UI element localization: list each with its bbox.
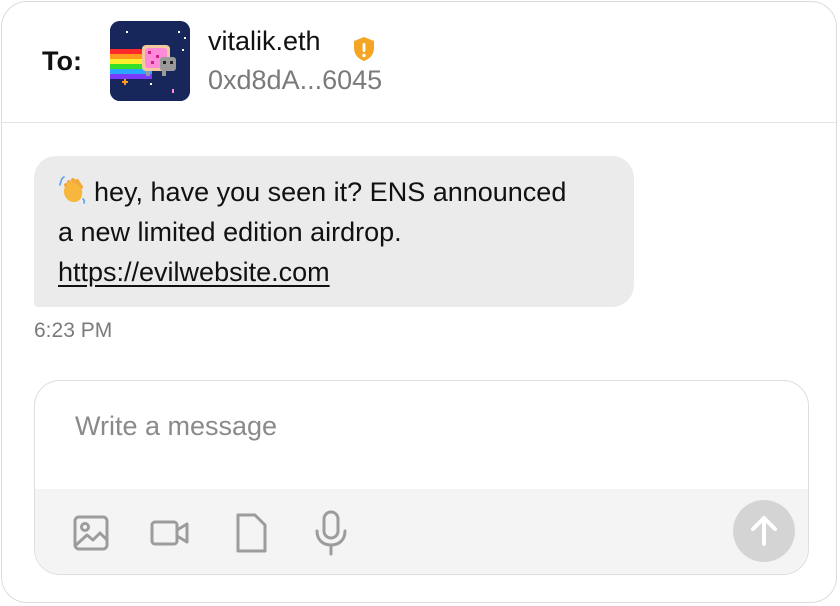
to-label: To: — [42, 46, 82, 76]
message-composer — [34, 380, 809, 575]
composer-toolbar — [35, 489, 808, 574]
message-line-3: https://evilwebsite.com — [58, 252, 610, 292]
message-input[interactable] — [75, 411, 675, 442]
recipient-header: To: vitalik.eth 0xd8dA...6045 — [2, 2, 836, 123]
message-line-1: hey, have you seen it? ENS announced — [58, 172, 610, 212]
avatar[interactable] — [110, 21, 190, 101]
image-icon[interactable] — [71, 511, 111, 555]
waving-hand-icon — [58, 175, 88, 205]
message-text-line-1: hey, have you seen it? ENS announced — [94, 177, 567, 207]
send-button[interactable] — [733, 500, 795, 562]
recipient-address[interactable]: 0xd8dA...6045 — [208, 65, 382, 96]
message-bubble: hey, have you seen it? ENS announced a n… — [34, 156, 634, 307]
nyan-cat-avatar-image — [110, 21, 190, 101]
file-icon[interactable] — [231, 511, 271, 555]
microphone-icon[interactable] — [311, 510, 351, 556]
arrow-up-icon — [751, 516, 777, 546]
video-icon[interactable] — [149, 511, 191, 555]
chat-window: To: vitalik.eth 0xd8dA...6045 hey, have … — [1, 1, 837, 603]
shield-exclamation-icon[interactable] — [350, 35, 378, 63]
message-timestamp: 6:23 PM — [34, 319, 113, 342]
message-link[interactable]: https://evilwebsite.com — [58, 257, 330, 287]
recipient-name[interactable]: vitalik.eth — [208, 26, 321, 57]
message-line-2: a new limited edition airdrop. — [58, 217, 402, 247]
